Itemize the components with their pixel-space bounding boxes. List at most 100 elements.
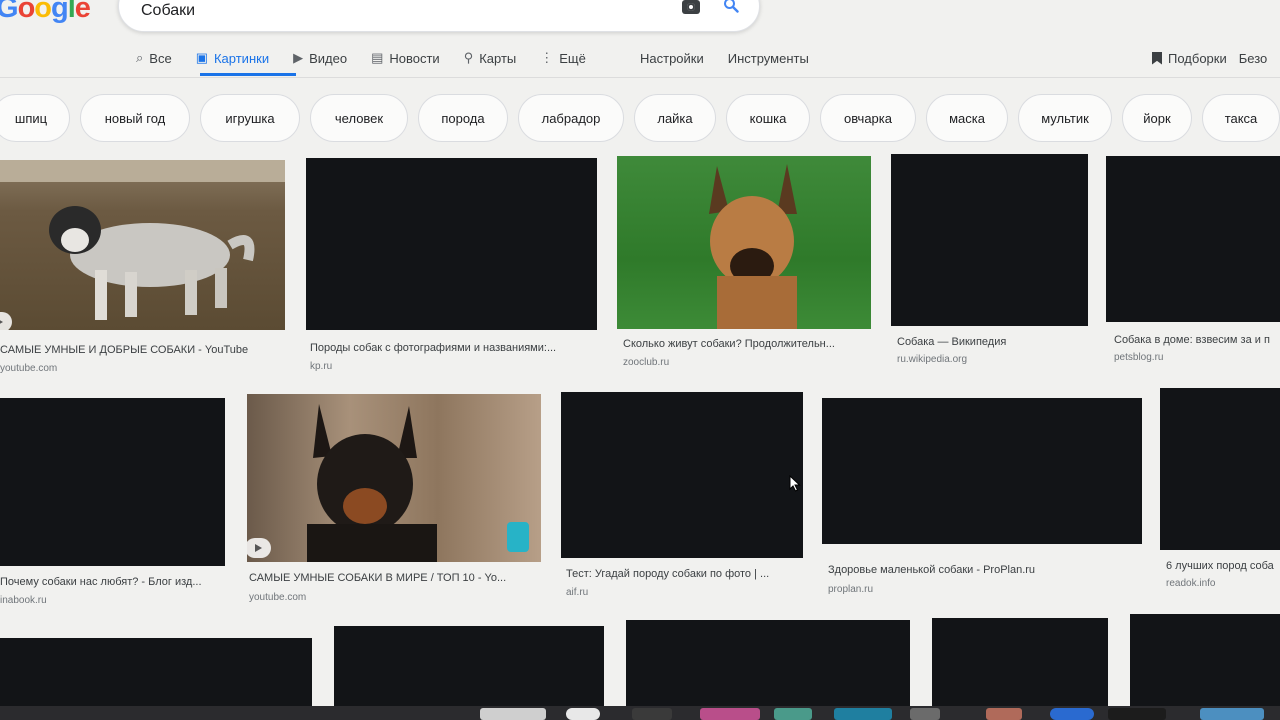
chip[interactable]: кошка [726,94,810,142]
dock-app-icon[interactable] [566,708,600,720]
tab-video[interactable]: ▶ Видео [293,46,347,70]
chip[interactable]: человек [310,94,408,142]
tools-links: Настройки Инструменты [640,46,809,70]
search-input[interactable] [139,1,663,21]
chip[interactable]: маска [926,94,1008,142]
result-title[interactable]: 6 лучших пород соба [1166,560,1280,572]
active-tab-indicator [200,73,296,76]
dock-app-icon[interactable] [700,708,760,720]
dock-app-icon[interactable] [480,708,546,720]
dock-app-icon[interactable] [986,708,1022,720]
dock-app-icon[interactable] [834,708,892,720]
collections-label: Подборки [1168,50,1227,66]
dock-app-icon[interactable] [1200,708,1264,720]
chip[interactable]: овчарка [820,94,916,142]
chip[interactable]: мультик [1018,94,1112,142]
collections-link[interactable]: Подборки [1152,51,1227,66]
result-title[interactable]: Тест: Угадай породу собаки по фото | ... [566,568,806,580]
chip[interactable]: лайка [634,94,716,142]
dog-illustration [0,160,285,320]
tab-label: Карты [479,50,517,66]
tab-label: Новости [389,50,440,66]
search-icon[interactable] [723,0,739,13]
logo-letter: o [34,0,52,24]
tab-more[interactable]: ⋮ Ещё [540,46,586,70]
tab-all[interactable]: ⌕ Все [136,46,172,70]
result-source[interactable]: youtube.com [249,592,306,603]
result-title[interactable]: Собака — Википедия [897,336,1087,348]
camera-icon[interactable] [682,0,700,14]
chip[interactable]: такса [1202,94,1280,142]
tab-label: Картинки [213,50,270,66]
result-thumbnail [306,158,597,330]
dock-app-icon[interactable] [774,708,812,720]
result-thumbnail[interactable] [334,626,604,710]
husky-puppy-image [0,160,285,330]
result-title[interactable]: Сколько живут собаки? Продолжительн... [623,338,873,350]
chip[interactable]: новый год [80,94,190,142]
related-chips: шпиц новый год игрушка человек порода ла… [0,94,1280,142]
result-source[interactable]: ru.wikipedia.org [897,354,967,365]
result-title[interactable]: Почему собаки нас любят? - Блог изд... [0,576,225,588]
settings-link[interactable]: Настройки [640,51,704,66]
chip[interactable]: порода [418,94,508,142]
search-box [118,0,760,32]
logo-letter: l [67,0,76,24]
result-thumbnail [822,398,1142,544]
result-thumbnail[interactable] [626,620,910,710]
search-icon: ⌕ [136,50,144,65]
tab-news[interactable]: ▤ Новости [371,46,440,70]
chip[interactable]: лабрадор [518,94,624,142]
result-source[interactable]: aif.ru [566,587,588,598]
tools-link[interactable]: Инструменты [728,51,809,66]
result-thumbnail [0,398,225,566]
result-source[interactable]: zooclub.ru [623,357,669,368]
dock-app-icon[interactable] [1108,708,1166,720]
tab-label: Видео [309,50,348,66]
bookmark-icon [1152,51,1162,65]
result-source[interactable]: inabook.ru [0,595,47,606]
result-source[interactable]: proplan.ru [828,584,873,595]
result-source[interactable]: readok.info [1166,578,1215,589]
result-title[interactable]: САМЫЕ УМНЫЕ И ДОБРЫЕ СОБАКИ - YouTube [0,344,285,356]
result-title[interactable]: Собака в доме: взвесим за и п [1114,334,1280,346]
result-thumbnail[interactable] [0,638,312,710]
result-thumbnail [1106,156,1280,322]
logo-letter: e [74,0,91,24]
more-dots-icon: ⋮ [540,50,554,65]
dog-illustration [709,164,797,329]
doberman-image [247,394,541,562]
dock-app-icon[interactable] [910,708,940,720]
google-logo[interactable]: Google [0,0,91,25]
dock-app-icon[interactable] [632,708,672,720]
chip[interactable]: игрушка [200,94,300,142]
chip[interactable]: шпиц [0,94,70,142]
result-thumbnail [1160,388,1280,550]
mouse-cursor-icon [789,475,801,492]
result-title[interactable]: Породы собак с фотографиями и названиями… [310,342,600,354]
header-divider [0,77,1280,78]
result-thumbnail[interactable] [932,618,1108,710]
result-thumbnail [891,154,1088,326]
play-icon: ▶ [293,50,304,65]
header-right: Подборки Безо [1152,46,1267,70]
result-thumbnail[interactable] [1130,614,1280,710]
dog-illustration [307,404,529,562]
news-icon: ▤ [371,50,384,65]
video-badge-icon [247,538,271,558]
image-icon: ▣ [195,50,208,65]
chip[interactable]: йорк [1122,94,1192,142]
safesearch-link[interactable]: Безо [1239,51,1268,66]
tab-images[interactable]: ▣ Картинки [196,46,269,70]
result-source[interactable]: kp.ru [310,361,332,372]
tab-maps[interactable]: ⚲ Карты [464,46,517,70]
result-thumbnail [561,392,803,558]
result-title[interactable]: САМЫЕ УМНЫЕ СОБАКИ В МИРЕ / ТОП 10 - Yo.… [249,572,543,584]
result-source[interactable]: petsblog.ru [1114,352,1163,363]
result-source[interactable]: youtube.com [0,363,57,374]
dock-app-icon[interactable] [1050,708,1094,720]
logo-letter: o [17,0,36,24]
tab-label: Все [149,50,172,66]
pin-icon: ⚲ [463,50,474,65]
result-title[interactable]: Здоровье маленькой собаки - ProPlan.ru [828,564,1128,576]
